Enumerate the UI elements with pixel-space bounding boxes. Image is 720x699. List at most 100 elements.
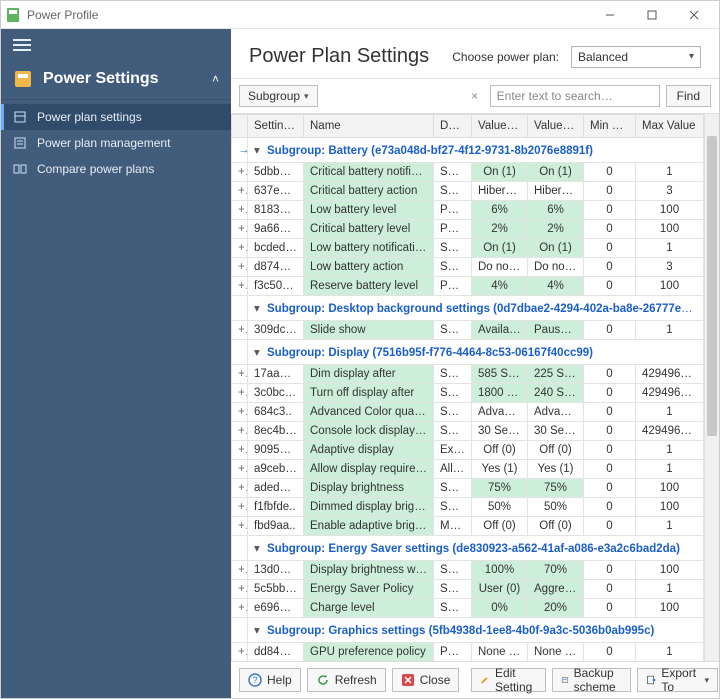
- find-button[interactable]: Find: [666, 85, 711, 107]
- cell-value-b: Off (0): [528, 441, 584, 460]
- maximize-button[interactable]: [631, 1, 673, 29]
- table-group-header[interactable]: ▾Subgroup: Energy Saver settings (de8309…: [232, 536, 704, 561]
- expand-row-button[interactable]: +: [232, 599, 248, 618]
- refresh-button[interactable]: Refresh: [307, 668, 386, 692]
- backup-scheme-button[interactable]: Backup scheme: [552, 668, 631, 692]
- col-setting-id[interactable]: Setting Id: [248, 115, 304, 138]
- cell-setting-id: 13d098..: [248, 561, 304, 580]
- hamburger-button[interactable]: [1, 29, 231, 61]
- search-input[interactable]: Enter text to search…: [490, 85, 660, 107]
- cell-min: 0: [584, 479, 636, 498]
- cell-name: Display brightness: [304, 479, 434, 498]
- table-group-header[interactable]: ▾Subgroup: Display (7516b95f-f776-4464-8…: [232, 340, 704, 365]
- expand-row-button[interactable]: +: [232, 365, 248, 384]
- table-row[interactable]: +8ec4b3..Console lock display of…Specifi…: [232, 422, 704, 441]
- table-row[interactable]: +3c0bc02..Turn off display afterSpecify …: [232, 384, 704, 403]
- power-plan-select[interactable]: Balanced ▾: [571, 46, 701, 68]
- expand-row-button[interactable]: +: [232, 498, 248, 517]
- table-group-header[interactable]: ▾Subgroup: Graphics settings (5fb4938d-1…: [232, 618, 704, 643]
- close-button[interactable]: Close: [392, 668, 460, 692]
- cell-value: 50%: [472, 498, 528, 517]
- table-row[interactable]: +13d098..Display brightness weig…Specifi…: [232, 561, 704, 580]
- expand-row-button[interactable]: +: [232, 384, 248, 403]
- expand-row-button[interactable]: +: [232, 258, 248, 277]
- cell-setting-id: 309dce..: [248, 321, 304, 340]
- cell-setting-id: 9a66d8..: [248, 220, 304, 239]
- table-group-header[interactable]: →▾Subgroup: Battery (e73a048d-bf27-4f12-…: [232, 138, 704, 163]
- cell-description: Specify the action that…: [434, 258, 472, 277]
- scrollbar[interactable]: [704, 114, 719, 661]
- sidebar-item-label: Power plan settings: [37, 110, 142, 124]
- expand-row-button[interactable]: +: [232, 422, 248, 441]
- expand-row-button[interactable]: +: [232, 201, 248, 220]
- cell-value-b: 6%: [528, 201, 584, 220]
- close-icon: [401, 673, 415, 687]
- expand-row-button[interactable]: +: [232, 460, 248, 479]
- cell-max: 3: [636, 258, 704, 277]
- col-value[interactable]: Value …: [472, 115, 528, 138]
- table-row[interactable]: +aded5e..Display brightnessSpecify the n…: [232, 479, 704, 498]
- cell-value: On (1): [472, 163, 528, 182]
- table-row[interactable]: +90959d..Adaptive displayExtends the tim…: [232, 441, 704, 460]
- search-placeholder: Enter text to search…: [497, 89, 613, 103]
- table-row[interactable]: +9a66d8..Critical battery levelPercentag…: [232, 220, 704, 239]
- sidebar-heading[interactable]: Power Settings ˄: [1, 61, 231, 100]
- table-row[interactable]: +e69653..Charge levelSpecifies battery c…: [232, 599, 704, 618]
- table-row[interactable]: +a9ceb8..Allow display required …Allow p…: [232, 460, 704, 479]
- cell-description: Specifies the policy to …: [434, 580, 472, 599]
- expand-row-button[interactable]: +: [232, 220, 248, 239]
- table-row[interactable]: +dd848b..GPU preference policyPolicy to …: [232, 643, 704, 662]
- expand-row-button[interactable]: +: [232, 580, 248, 599]
- scrollbar-thumb[interactable]: [707, 136, 717, 436]
- expand-row-button[interactable]: +: [232, 643, 248, 662]
- col-value-b[interactable]: Value …: [528, 115, 584, 138]
- table-row[interactable]: +684c3..Advanced Color qualit…Specify th…: [232, 403, 704, 422]
- col-description[interactable]: Description: [434, 115, 472, 138]
- table-group-header[interactable]: ▾Subgroup: Desktop background settings (…: [232, 296, 704, 321]
- cell-max: 4294967295: [636, 365, 704, 384]
- col-min[interactable]: Min Va…: [584, 115, 636, 138]
- table-row[interactable]: +5c5bb3..Energy Saver PolicySpecifies th…: [232, 580, 704, 599]
- expand-row-button[interactable]: +: [232, 441, 248, 460]
- table-row[interactable]: +637ea0..Critical battery actionSpecify …: [232, 182, 704, 201]
- col-max[interactable]: Max Value: [636, 115, 704, 138]
- table-row[interactable]: +17aaa2..Dim display afterSpecify how lo…: [232, 365, 704, 384]
- table-row[interactable]: +fbd9aa..Enable adaptive bright…Monitors…: [232, 517, 704, 536]
- cell-value: Yes (1): [472, 460, 528, 479]
- chevron-down-icon: ▾: [304, 91, 309, 102]
- help-button[interactable]: ? Help: [239, 668, 301, 692]
- sidebar-item-power-plan-settings[interactable]: Power plan settings: [1, 104, 231, 130]
- table-row[interactable]: +8183ba..Low battery levelPercentage of …: [232, 201, 704, 220]
- table-row[interactable]: +f3c5027..Reserve battery levelPercentag…: [232, 277, 704, 296]
- cell-description: Monitors ambient light …: [434, 517, 472, 536]
- cell-value: 585 Sec..: [472, 365, 528, 384]
- close-label: Close: [420, 673, 451, 687]
- table-row[interactable]: +f1fbfde..Dimmed display brightn…Specify…: [232, 498, 704, 517]
- export-to-button[interactable]: Export To ▾: [637, 668, 718, 692]
- expand-row-button[interactable]: +: [232, 403, 248, 422]
- cell-value-b: 20%: [528, 599, 584, 618]
- expand-row-button[interactable]: +: [232, 321, 248, 340]
- expand-row-button[interactable]: +: [232, 163, 248, 182]
- table-row[interactable]: +309dce..Slide showSpecify when you wan……: [232, 321, 704, 340]
- edit-setting-button[interactable]: Edit Setting: [471, 668, 545, 692]
- clear-search-button[interactable]: ×: [466, 89, 484, 103]
- expand-row-button[interactable]: +: [232, 517, 248, 536]
- expand-row-button[interactable]: +: [232, 277, 248, 296]
- expand-row-button[interactable]: +: [232, 182, 248, 201]
- cell-min: 0: [584, 258, 636, 277]
- sidebar-item-compare-power-plans[interactable]: Compare power plans: [1, 156, 231, 182]
- expand-row-button[interactable]: +: [232, 561, 248, 580]
- table-row[interactable]: +bcded9..Low battery notificationSpecify…: [232, 239, 704, 258]
- table-row[interactable]: +5dbb7c..Critical battery notifica…Speci…: [232, 163, 704, 182]
- table-row[interactable]: +d8742d..Low battery actionSpecify the a…: [232, 258, 704, 277]
- expand-row-button[interactable]: +: [232, 479, 248, 498]
- col-name[interactable]: Name: [304, 115, 434, 138]
- expand-row-button[interactable]: +: [232, 239, 248, 258]
- sidebar-item-power-plan-management[interactable]: Power plan management: [1, 130, 231, 156]
- close-window-button[interactable]: [673, 1, 715, 29]
- subgroup-filter-button[interactable]: Subgroup ▾: [239, 85, 318, 107]
- cell-max: 1: [636, 321, 704, 340]
- cell-setting-id: a9ceb8..: [248, 460, 304, 479]
- minimize-button[interactable]: [589, 1, 631, 29]
